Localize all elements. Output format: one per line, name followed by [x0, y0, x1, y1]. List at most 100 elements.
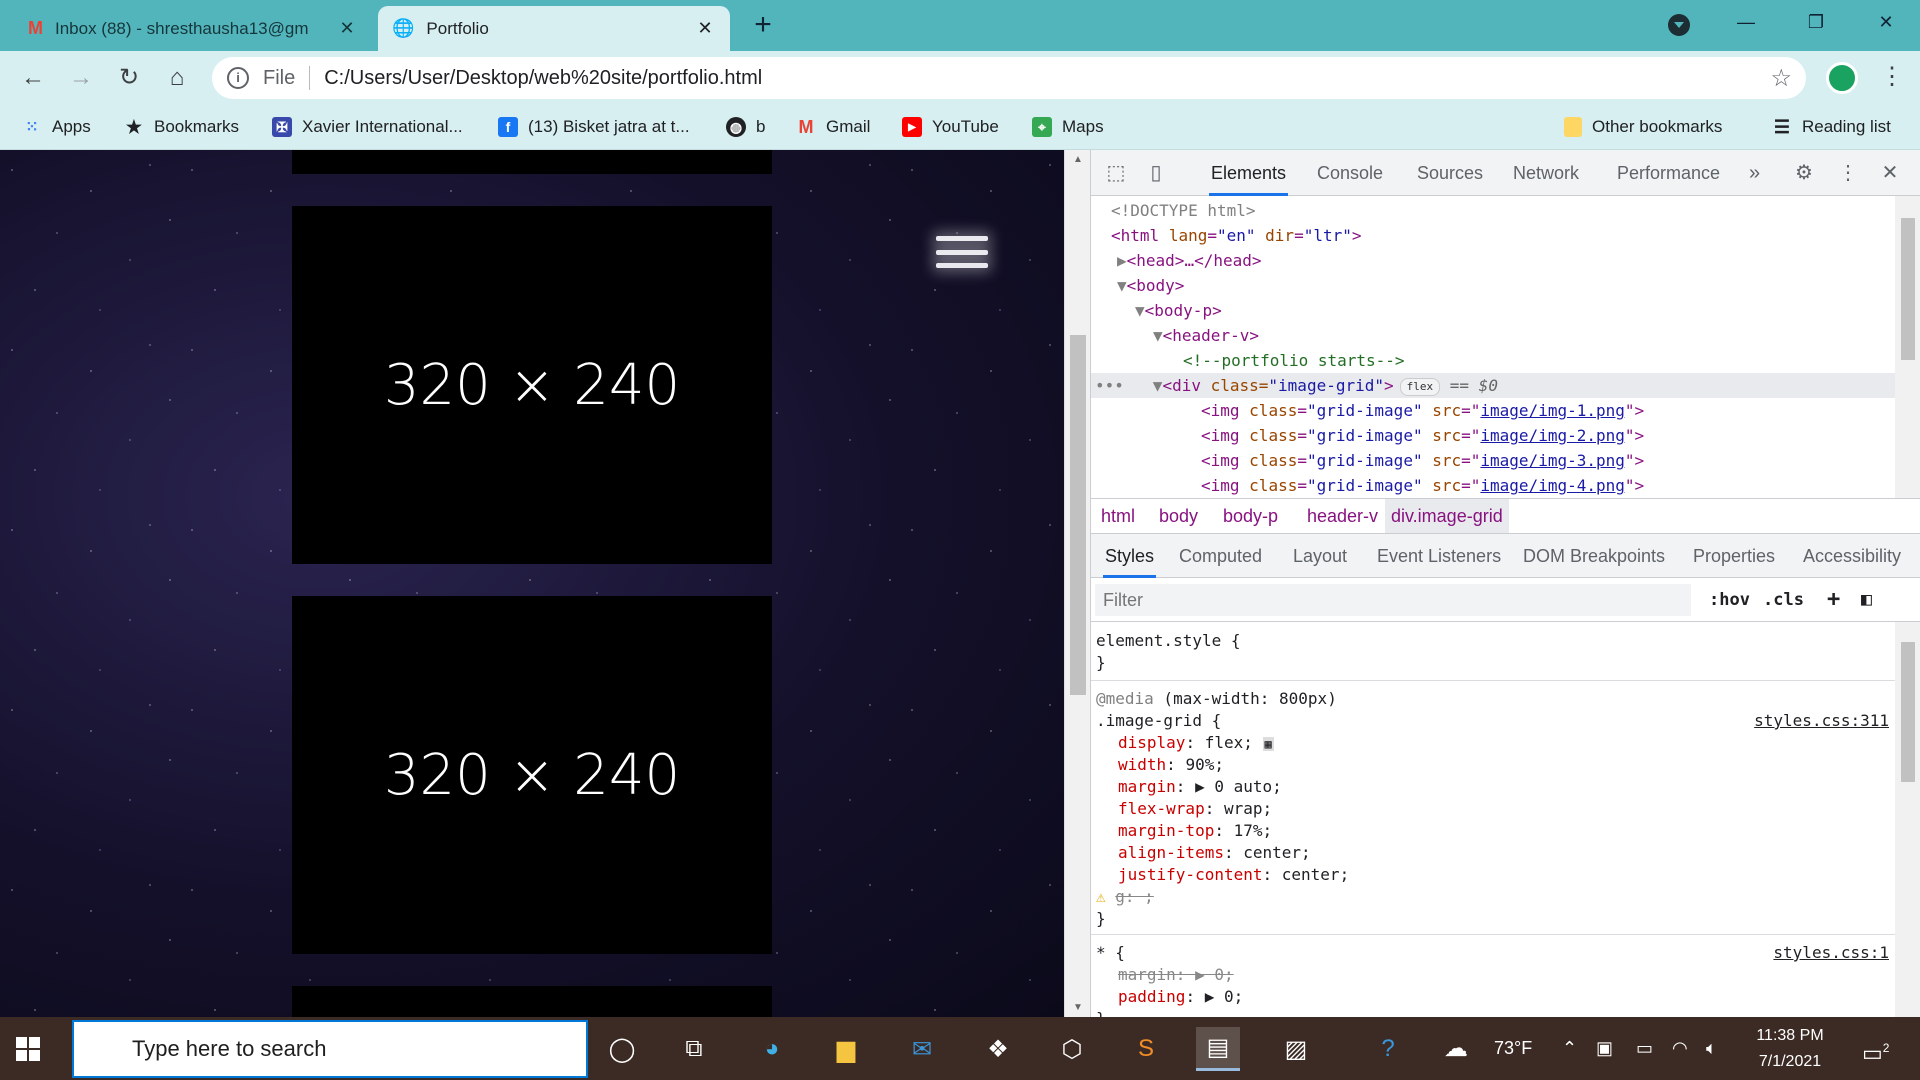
new-rule-button[interactable]: + — [1827, 584, 1840, 616]
flex-badge[interactable]: flex — [1399, 377, 1441, 396]
bookmark-youtube[interactable]: ▶ YouTube — [902, 114, 999, 140]
tab-computed[interactable]: Computed — [1177, 534, 1264, 578]
bookmark-star-icon[interactable]: ☆ — [1770, 64, 1792, 93]
crumb-html[interactable]: html — [1095, 499, 1141, 533]
css-declaration[interactable]: margin: ▶ 0 auto; — [1096, 776, 1895, 798]
css-declaration[interactable]: display: flex; ▦ — [1096, 732, 1895, 754]
cls-toggle[interactable]: .cls — [1763, 584, 1804, 616]
task-view-icon[interactable]: ⧉ — [672, 1027, 716, 1071]
info-icon[interactable]: i — [227, 67, 249, 89]
taskbar-search-input[interactable]: Type here to search — [72, 1020, 588, 1078]
styles-filter-input[interactable] — [1095, 584, 1691, 616]
source-link[interactable]: styles.css:311 — [1754, 710, 1889, 732]
hov-toggle[interactable]: :hov — [1709, 584, 1750, 616]
tab-styles[interactable]: Styles — [1103, 534, 1157, 578]
scrollbar-thumb[interactable] — [1901, 218, 1915, 360]
cortana-icon[interactable]: ◯ — [600, 1027, 644, 1071]
css-declaration[interactable]: padding: ▶ 0; — [1096, 986, 1895, 1008]
rule-selector[interactable]: * {styles.css:1 — [1096, 942, 1895, 964]
profile-avatar[interactable] — [1826, 62, 1858, 94]
bookmark-maps[interactable]: ⌖ Maps — [1032, 114, 1104, 140]
css-declaration[interactable]: justify-content: center; — [1096, 864, 1895, 886]
bookmark-b[interactable]: ◍ b — [726, 114, 765, 140]
clock[interactable]: 11:38 PM 7/1/2021 — [1740, 1023, 1840, 1075]
tray-chevron-icon[interactable]: ⌃ — [1562, 1017, 1577, 1080]
dom-node[interactable]: ▼<body-p> — [1091, 298, 1895, 323]
src-link[interactable]: image/img-2.png — [1480, 426, 1625, 445]
app-icon[interactable]: ⬡ — [1050, 1027, 1094, 1071]
minimize-button[interactable]: — — [1716, 0, 1776, 46]
dom-node[interactable]: ▶<head>…</head> — [1091, 248, 1895, 273]
weather-temp[interactable]: 73°F — [1494, 1017, 1532, 1080]
tab-dom-breakpoints[interactable]: DOM Breakpoints — [1521, 534, 1667, 578]
css-declaration[interactable]: margin: ▶ 0; — [1096, 964, 1895, 986]
device-icon[interactable]: ▣ — [1596, 1017, 1613, 1080]
dom-node[interactable]: <img class="grid-image" src="image/img-1… — [1091, 398, 1895, 423]
url-text[interactable]: C:/Users/User/Desktop/web%20site/portfol… — [324, 67, 1770, 90]
forward-icon[interactable]: → — [64, 61, 98, 95]
device-toolbar-icon[interactable]: ▯ — [1143, 161, 1169, 185]
rule-selector[interactable]: .image-grid {styles.css:311 — [1096, 710, 1895, 732]
src-link[interactable]: image/img-4.png — [1480, 476, 1625, 495]
reading-list[interactable]: ☰ Reading list — [1772, 114, 1891, 140]
windows-start-icon[interactable] — [16, 1037, 40, 1061]
home-icon[interactable]: ⌂ — [160, 61, 194, 95]
browser-menu-icon[interactable]: ⋮ — [1880, 61, 1904, 95]
toggle-sidebar-icon[interactable]: ◧ — [1861, 584, 1872, 616]
css-declaration-invalid[interactable]: ⚠ g: ; — [1096, 886, 1895, 908]
bookmark-xavier[interactable]: ✠ Xavier International... — [272, 114, 463, 140]
crumb-body[interactable]: body — [1153, 499, 1204, 533]
tab-sources[interactable]: Sources — [1415, 150, 1485, 196]
bookmark-facebook[interactable]: f (13) Bisket jatra at t... — [498, 114, 690, 140]
scroll-down-icon[interactable]: ▼ — [1065, 1002, 1091, 1013]
volume-icon[interactable]: 🔈︎ — [1706, 1017, 1717, 1080]
mail-icon[interactable]: ✉ — [900, 1027, 944, 1071]
dom-node[interactable]: <!--portfolio starts--> — [1091, 348, 1895, 373]
weather-icon[interactable]: ☁ — [1444, 1017, 1468, 1080]
collapse-arrow-icon[interactable]: ▼ — [1117, 276, 1127, 295]
css-declaration[interactable]: margin-top: 17%; — [1096, 820, 1895, 842]
close-icon[interactable]: ✕ — [694, 18, 716, 39]
help-icon[interactable]: ? — [1366, 1027, 1410, 1071]
tab-elements[interactable]: Elements — [1209, 150, 1289, 196]
scrollbar-thumb[interactable] — [1070, 335, 1086, 695]
page-scrollbar[interactable]: ▲ ▼ — [1064, 150, 1090, 1017]
dom-node-selected[interactable]: ••• ▼<div class="image-grid"> flex == $0 — [1091, 373, 1895, 398]
expand-arrow-icon[interactable]: ▶ — [1117, 251, 1127, 270]
dropbox-icon[interactable]: ❖ — [976, 1027, 1020, 1071]
css-declaration[interactable]: align-items: center; — [1096, 842, 1895, 864]
crumb-header-v[interactable]: header-v — [1301, 499, 1384, 533]
tab-inbox[interactable]: M Inbox (88) - shresthausha13@gm ✕ — [14, 6, 372, 51]
rule-selector[interactable]: element.style { — [1096, 630, 1895, 652]
collapse-arrow-icon[interactable]: ▼ — [1153, 376, 1163, 395]
back-icon[interactable]: ← — [16, 61, 50, 95]
close-devtools-icon[interactable]: ✕ — [1877, 161, 1903, 185]
wifi-icon[interactable]: ◠ — [1672, 1017, 1688, 1080]
close-window-button[interactable]: ✕ — [1856, 0, 1916, 46]
tab-performance[interactable]: Performance — [1615, 150, 1722, 196]
battery-icon[interactable]: ▭ — [1636, 1017, 1653, 1080]
sublime-text-icon[interactable]: S — [1124, 1027, 1168, 1071]
crumb-body-p[interactable]: body-p — [1217, 499, 1284, 533]
close-icon[interactable]: ✕ — [336, 18, 358, 39]
dom-node[interactable]: <html lang="en" dir="ltr"> — [1091, 223, 1895, 248]
tab-search-icon[interactable] — [1668, 14, 1690, 36]
tab-portfolio[interactable]: 🌐 Portfolio ✕ — [378, 6, 730, 51]
tab-accessibility[interactable]: Accessibility — [1801, 534, 1903, 578]
restore-button[interactable]: ❐ — [1786, 0, 1846, 46]
dom-node[interactable]: <!DOCTYPE html> — [1091, 198, 1895, 223]
notifications-icon[interactable]: ▭2 — [1862, 1017, 1889, 1080]
bookmark-apps[interactable]: ⁙ Apps — [22, 114, 90, 140]
tab-event-listeners[interactable]: Event Listeners — [1375, 534, 1503, 578]
source-link[interactable]: styles.css:1 — [1773, 942, 1889, 964]
chrome-doc-icon[interactable]: ▤ — [1196, 1027, 1240, 1071]
collapse-arrow-icon[interactable]: ▼ — [1153, 326, 1163, 345]
styles-scrollbar[interactable] — [1895, 622, 1920, 1017]
scrollbar-thumb[interactable] — [1901, 642, 1915, 782]
dom-scrollbar[interactable] — [1895, 196, 1920, 498]
hamburger-menu-icon[interactable] — [936, 232, 988, 272]
dom-node[interactable]: ▼<body> — [1091, 273, 1895, 298]
other-bookmarks[interactable]: Other bookmarks — [1564, 114, 1722, 140]
tab-layout[interactable]: Layout — [1291, 534, 1349, 578]
css-declaration[interactable]: flex-wrap: wrap; — [1096, 798, 1895, 820]
